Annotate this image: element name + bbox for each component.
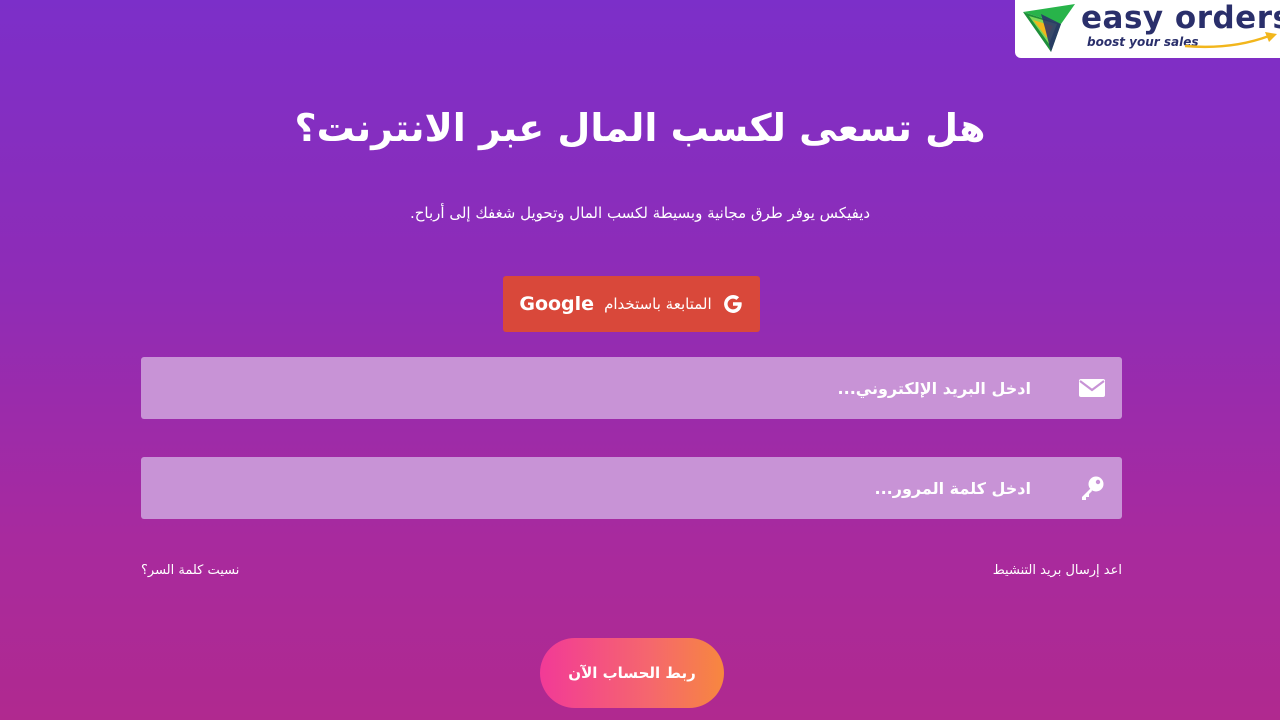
google-brand-text: Google — [519, 293, 595, 315]
key-icon — [1082, 476, 1104, 500]
brand-tagline: boost your sales — [1087, 35, 1199, 49]
envelope-icon — [1079, 379, 1105, 397]
forgot-password-link[interactable]: نسيت كلمة السر؟ — [141, 560, 239, 582]
page-title: هل تسعى لكسب المال عبر الانترنت؟ — [294, 106, 986, 150]
google-button-label: المتابعة باستخدام — [604, 295, 712, 313]
password-input[interactable] — [141, 457, 1031, 519]
resend-activation-link[interactable]: اعد إرسال بريد التنشيط — [993, 560, 1122, 582]
google-g-icon — [723, 295, 742, 313]
page-subtitle: ديفيكس يوفر طرق مجانية وبسيطة لكسب المال… — [409, 204, 871, 222]
logo-mark-icon — [1023, 4, 1075, 52]
email-input[interactable] — [141, 357, 1031, 419]
logo-swoosh-icon — [1184, 32, 1277, 49]
google-sign-in-button[interactable]: المتابعة باستخدام Google — [503, 276, 760, 332]
email-field-container — [141, 357, 1122, 419]
password-field-container — [141, 457, 1122, 519]
brand-logo[interactable]: easy orders boost your sales — [1015, 0, 1280, 58]
link-account-button[interactable]: ربط الحساب الآن — [540, 638, 724, 708]
